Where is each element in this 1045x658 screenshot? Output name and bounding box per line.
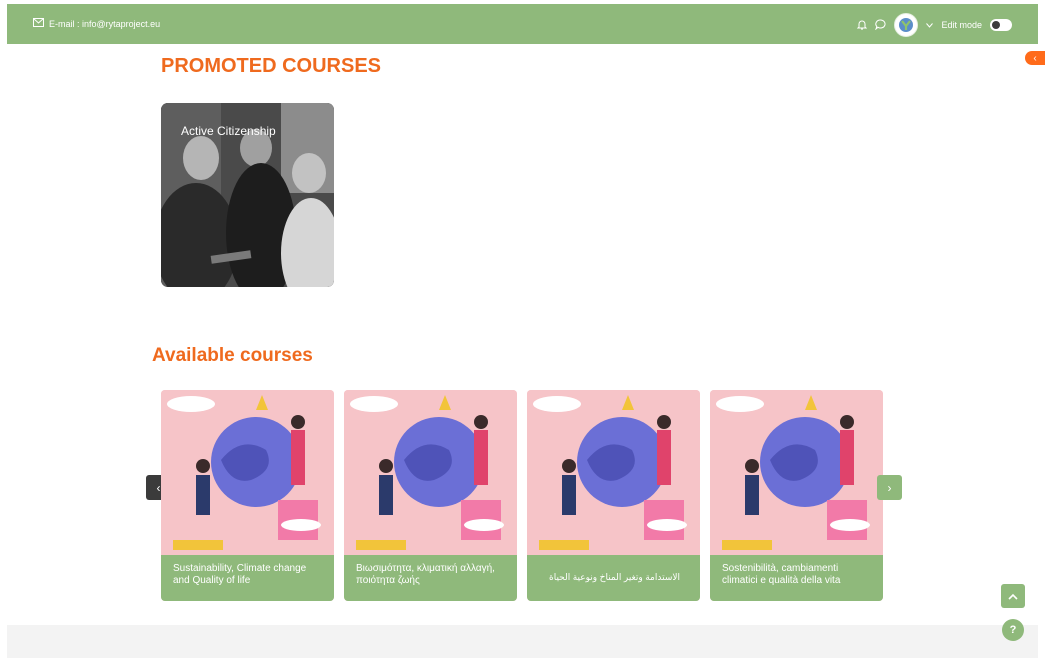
question-mark-icon: ? bbox=[1009, 624, 1017, 636]
course-illustration bbox=[710, 390, 883, 555]
carousel-next-button[interactable]: › bbox=[877, 475, 902, 500]
course-card[interactable]: Sostenibilità, cambiamenti climatici e q… bbox=[710, 390, 883, 601]
user-avatar[interactable] bbox=[894, 13, 919, 37]
course-card[interactable]: Sustainability, Climate change and Quali… bbox=[161, 390, 334, 601]
edit-mode-label: Edit mode bbox=[941, 20, 982, 30]
course-title: Sustainability, Climate change and Quali… bbox=[161, 555, 334, 601]
course-title: Sostenibilità, cambiamenti climatici e q… bbox=[710, 555, 883, 601]
toggle-knob bbox=[992, 21, 1000, 29]
logo-icon bbox=[899, 18, 914, 32]
help-button[interactable]: ? bbox=[1002, 619, 1024, 641]
chevron-left-icon: ‹ bbox=[156, 480, 161, 495]
back-to-top-button[interactable] bbox=[1001, 584, 1025, 608]
promoted-course-card[interactable]: Active Citizenship bbox=[161, 103, 334, 287]
chevron-down-icon[interactable] bbox=[926, 20, 934, 30]
course-illustration bbox=[344, 390, 517, 555]
course-illustration bbox=[161, 390, 334, 555]
page-footer bbox=[7, 625, 1038, 658]
edit-mode-toggle[interactable] bbox=[990, 19, 1012, 31]
chevron-left-icon: ‹ bbox=[1033, 52, 1037, 64]
top-navbar: E-mail : info@rytaproject.eu Edit mode bbox=[7, 4, 1038, 44]
chevron-up-icon bbox=[1008, 593, 1018, 600]
promoted-course-title: Active Citizenship bbox=[181, 124, 276, 138]
promoted-courses-heading: PROMOTED COURSES bbox=[161, 55, 382, 77]
course-card[interactable]: Βιωσιμότητα, κλιματική αλλαγή, ποιότητα … bbox=[344, 390, 517, 601]
chevron-right-icon: › bbox=[887, 480, 892, 495]
contact-email[interactable]: E-mail : info@rytaproject.eu bbox=[33, 18, 160, 29]
drawer-toggle-button[interactable]: ‹ bbox=[1025, 51, 1045, 65]
available-courses-heading: Available courses bbox=[152, 345, 313, 366]
contact-email-text: E-mail : info@rytaproject.eu bbox=[49, 18, 161, 29]
course-title: Βιωσιμότητα, κλιματική αλλαγή, ποιότητα … bbox=[344, 555, 517, 601]
course-title: الاستدامة وتغير المناخ ونوعية الحياة bbox=[527, 555, 700, 601]
bell-icon[interactable] bbox=[857, 19, 868, 32]
chat-bubble-icon[interactable] bbox=[875, 18, 886, 32]
course-card[interactable]: الاستدامة وتغير المناخ ونوعية الحياة bbox=[527, 390, 700, 601]
course-illustration bbox=[527, 390, 700, 555]
envelope-icon bbox=[33, 18, 44, 29]
navbar-right: Edit mode bbox=[857, 13, 1012, 37]
